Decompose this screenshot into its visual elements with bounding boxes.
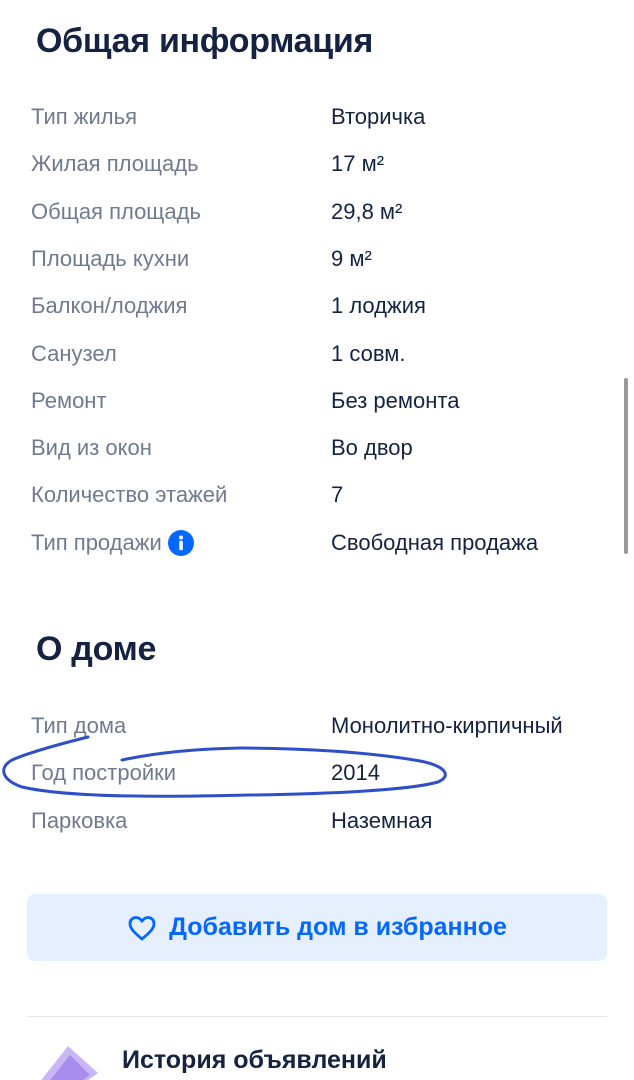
- info-row-renovation: Ремонт Без ремонта: [0, 388, 634, 435]
- info-row-living-area: Жилая площадь 17 м²: [0, 151, 634, 198]
- info-row-value: 29,8 м²: [331, 199, 403, 224]
- info-row-value: Наземная: [331, 808, 433, 833]
- info-row-label: Жилая площадь: [31, 151, 199, 176]
- info-row-value: Свободная продажа: [331, 530, 539, 555]
- listing-details-page: Общая информация Тип жилья Вторичка Жила…: [0, 0, 634, 1080]
- info-icon[interactable]: [167, 530, 194, 556]
- info-row-sale-type: Тип продажи Свободная продажа: [0, 530, 634, 577]
- heart-icon: [128, 915, 156, 940]
- info-row-bathroom: Санузел 1 совм.: [0, 341, 634, 388]
- info-row-label: Тип продажи: [31, 530, 194, 556]
- sale-type-label: Тип продажи: [31, 530, 162, 555]
- history-illustration-icon: [41, 1046, 98, 1080]
- info-row-housing-type: Тип жилья Вторичка: [0, 104, 634, 151]
- info-row-value: 17 м²: [331, 151, 385, 176]
- info-row-label: Санузел: [31, 341, 117, 366]
- info-row-label: Тип дома: [31, 713, 127, 738]
- general-info-title: Общая информация: [36, 22, 374, 60]
- info-row-label: Количество этажей: [31, 482, 228, 507]
- info-row-window-view: Вид из окон Во двор: [0, 435, 634, 482]
- info-row-label: Балкон/лоджия: [31, 293, 188, 318]
- info-row-value: Без ремонта: [331, 388, 460, 413]
- house-row-parking: Парковка Наземная: [0, 808, 634, 855]
- scrollbar[interactable]: [624, 378, 628, 554]
- info-row-label: Площадь кухни: [31, 246, 190, 271]
- info-row-value: 1 лоджия: [331, 293, 426, 318]
- section-divider: [27, 1016, 607, 1017]
- add-house-to-favorites-label: Добавить дом в избранное: [169, 913, 507, 941]
- info-row-label: Ремонт: [31, 388, 107, 413]
- info-row-balcony: Балкон/лоджия 1 лоджия: [0, 293, 634, 340]
- info-row-value: 7: [331, 482, 344, 507]
- listing-history-title[interactable]: История объявлений: [122, 1046, 387, 1075]
- info-row-value: 1 совм.: [331, 341, 406, 366]
- info-row-value: 9 м²: [331, 246, 372, 271]
- add-house-to-favorites-button[interactable]: Добавить дом в избранное: [27, 894, 607, 961]
- info-row-total-area: Общая площадь 29,8 м²: [0, 199, 634, 246]
- info-row-value: Во двор: [331, 435, 413, 460]
- info-row-label: Парковка: [31, 808, 128, 833]
- info-row-label: Вид из окон: [31, 435, 152, 460]
- house-row-building-type: Тип дома Монолитно-кирпичный: [0, 713, 634, 760]
- info-row-kitchen-area: Площадь кухни 9 м²: [0, 246, 634, 293]
- info-row-label: Тип жилья: [31, 104, 138, 129]
- info-row-value: Монолитно-кирпичный: [331, 713, 563, 738]
- house-row-build-year: Год постройки 2014: [0, 760, 634, 807]
- info-row-floors-count: Количество этажей 7: [0, 482, 634, 529]
- info-row-label: Общая площадь: [31, 199, 201, 224]
- house-info-title: О доме: [36, 630, 157, 668]
- info-row-value: 2014: [331, 760, 380, 785]
- info-row-label: Год постройки: [31, 760, 177, 785]
- info-row-value: Вторичка: [331, 104, 426, 129]
